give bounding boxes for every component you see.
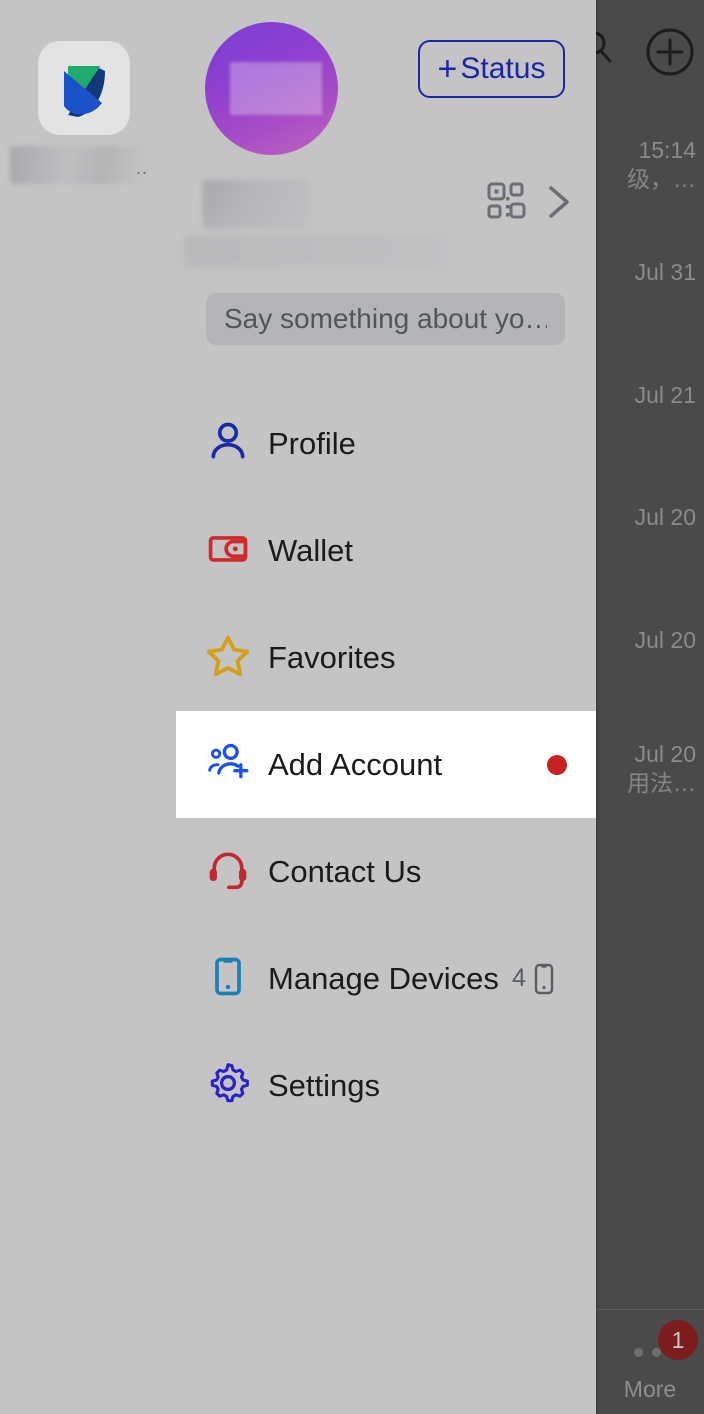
plus-icon: + <box>437 50 458 88</box>
more-badge: 1 <box>658 1320 698 1360</box>
chat-timestamp: Jul 20 <box>634 627 696 653</box>
menu-item-label: Add Account <box>268 746 443 782</box>
chat-timestamp: Jul 31 <box>634 259 696 285</box>
chat-snippet: 用法… <box>627 769 696 796</box>
phone-icon <box>204 952 252 1000</box>
menu-item-contact-us[interactable]: Contact Us <box>176 818 596 925</box>
device-count-value: 4 <box>512 964 526 992</box>
menu-item-manage-devices[interactable]: Manage Devices 4 <box>176 925 596 1032</box>
chat-list-row[interactable]: Jul 20 <box>596 626 704 655</box>
chat-snippet: 级，… <box>627 165 696 192</box>
chat-timestamp: Jul 20 <box>634 741 696 767</box>
gear-icon <box>204 1059 252 1107</box>
menu-item-label: Manage Devices <box>268 960 499 996</box>
unread-dot-indicator <box>547 755 567 775</box>
menu-item-label: Favorites <box>268 639 396 675</box>
bottom-tabbar: 1 More <box>596 1309 704 1414</box>
add-status-button[interactable]: + Status <box>418 40 565 98</box>
search-icon[interactable] <box>596 30 614 64</box>
menu-item-label: Contact Us <box>268 853 422 889</box>
menu-item-settings[interactable]: Settings <box>176 1032 596 1139</box>
menu-item-wallet[interactable]: Wallet <box>176 497 596 604</box>
app-label-redacted <box>10 146 142 184</box>
menu-item-label: Wallet <box>268 532 353 568</box>
add-account-icon <box>204 738 252 786</box>
profile-subtitle-redacted <box>184 236 446 266</box>
dimmed-chat-list-background: 15:14 级，… Jul 31 Jul 21 Jul 20 Jul 20 Ju… <box>596 0 704 1414</box>
menu-item-label: Profile <box>268 425 356 461</box>
avatar-redaction <box>230 62 322 115</box>
headset-icon <box>204 845 252 893</box>
chat-timestamp: 15:14 <box>638 137 696 163</box>
chat-list-row[interactable]: Jul 21 <box>596 381 704 410</box>
star-icon <box>204 631 252 679</box>
chat-list-row[interactable]: Jul 20 <box>596 503 704 532</box>
tab-more-label[interactable]: More <box>596 1376 704 1403</box>
chat-list-row[interactable]: Jul 20 用法… <box>596 740 704 798</box>
background-topbar <box>596 0 704 110</box>
app-label-ellipsis: .. <box>136 158 149 178</box>
menu-item-favorites[interactable]: Favorites <box>176 604 596 711</box>
account-drawer: + Status Say something about yo… Profile… <box>176 0 596 1414</box>
phone-small-icon <box>532 963 556 995</box>
chat-list-row[interactable]: Jul 31 <box>596 258 704 287</box>
avatar[interactable] <box>205 22 338 155</box>
status-input[interactable] <box>206 293 565 345</box>
wallet-icon <box>204 524 252 572</box>
device-count-meta: 4 <box>512 925 556 1032</box>
menu-item-profile[interactable]: Profile <box>176 390 596 497</box>
status-button-label: Status <box>460 52 546 85</box>
messenger-app-icon[interactable] <box>38 41 130 135</box>
person-icon <box>204 417 252 465</box>
profile-name-redacted <box>203 180 308 228</box>
chat-timestamp: Jul 21 <box>634 382 696 408</box>
app-screen: 15:14 级，… Jul 31 Jul 21 Jul 20 Jul 20 Ju… <box>0 0 704 1414</box>
menu-item-add-account[interactable]: Add Account <box>176 711 596 818</box>
qr-code-icon[interactable] <box>487 182 527 222</box>
chat-list-row[interactable]: 15:14 级，… <box>596 136 704 194</box>
drawer-menu: Profile Wallet Favorites Add Account Con… <box>176 390 596 1139</box>
plus-circle-icon[interactable] <box>645 27 695 77</box>
app-rail: .. <box>0 0 176 1414</box>
chevron-right-icon[interactable] <box>538 180 578 224</box>
menu-item-label: Settings <box>268 1067 381 1103</box>
chat-timestamp: Jul 20 <box>634 504 696 530</box>
